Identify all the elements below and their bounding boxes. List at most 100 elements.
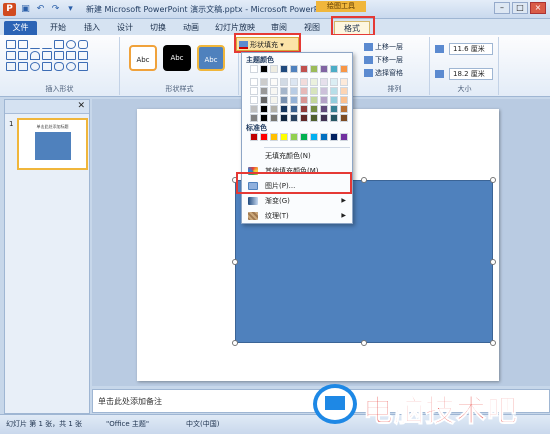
- tab-animations[interactable]: 动画: [176, 21, 206, 35]
- theme-color-swatch[interactable]: [280, 65, 288, 73]
- shape-smile-icon[interactable]: [66, 62, 76, 71]
- resize-handle-s[interactable]: [361, 340, 367, 346]
- theme-color-swatch[interactable]: [290, 65, 298, 73]
- shape-triangle-icon[interactable]: [6, 51, 16, 60]
- redo-icon[interactable]: ↷: [50, 4, 61, 15]
- theme-color-swatch[interactable]: [330, 87, 338, 95]
- standard-color-swatch[interactable]: [340, 133, 348, 141]
- tab-insert[interactable]: 插入: [77, 21, 107, 35]
- theme-color-swatch[interactable]: [330, 78, 338, 86]
- standard-color-swatch[interactable]: [270, 133, 278, 141]
- selection-pane-button[interactable]: 选择窗格: [364, 68, 403, 78]
- send-backward-button[interactable]: 下移一层: [364, 55, 403, 65]
- close-button[interactable]: ×: [530, 2, 546, 14]
- shape-bracket-icon[interactable]: [42, 62, 52, 71]
- theme-color-swatch[interactable]: [340, 96, 348, 104]
- theme-color-swatch[interactable]: [260, 65, 268, 73]
- width-input[interactable]: 18.2 厘米: [449, 68, 493, 80]
- theme-color-swatch[interactable]: [300, 87, 308, 95]
- shape-textbox-icon[interactable]: [6, 40, 16, 49]
- theme-color-swatch[interactable]: [250, 78, 258, 86]
- shape-elbow-icon[interactable]: [18, 51, 28, 60]
- standard-color-swatch[interactable]: [320, 133, 328, 141]
- theme-color-swatch[interactable]: [320, 114, 328, 122]
- shape-oval-icon[interactable]: [66, 40, 76, 49]
- theme-color-swatch[interactable]: [270, 87, 278, 95]
- theme-color-swatch[interactable]: [290, 96, 298, 104]
- shape-rounded-rect-icon[interactable]: [78, 40, 88, 49]
- resize-handle-sw[interactable]: [232, 340, 238, 346]
- theme-color-swatch[interactable]: [310, 105, 318, 113]
- theme-color-swatch[interactable]: [320, 105, 328, 113]
- theme-color-swatch[interactable]: [320, 96, 328, 104]
- theme-color-swatch[interactable]: [270, 96, 278, 104]
- theme-color-swatch[interactable]: [290, 87, 298, 95]
- shape-flow-icon[interactable]: [18, 62, 28, 71]
- tab-view[interactable]: 视图: [298, 21, 326, 35]
- shape-gallery-expand-icon[interactable]: [78, 62, 88, 71]
- theme-color-swatch[interactable]: [250, 105, 258, 113]
- style-preset-white[interactable]: Abc: [129, 45, 157, 71]
- theme-color-swatch[interactable]: [340, 87, 348, 95]
- theme-color-swatch[interactable]: [280, 105, 288, 113]
- theme-color-swatch[interactable]: [310, 87, 318, 95]
- theme-color-swatch[interactable]: [280, 87, 288, 95]
- theme-color-swatch[interactable]: [300, 65, 308, 73]
- shape-callout-icon[interactable]: [6, 62, 16, 71]
- theme-color-swatch[interactable]: [260, 114, 268, 122]
- theme-color-swatch[interactable]: [280, 114, 288, 122]
- shape-cloud-icon[interactable]: [54, 62, 64, 71]
- tab-design[interactable]: 设计: [110, 21, 140, 35]
- theme-color-swatch[interactable]: [260, 105, 268, 113]
- language[interactable]: 中文(中国): [186, 419, 219, 429]
- theme-color-swatch[interactable]: [300, 105, 308, 113]
- gradient-fill-item[interactable]: 渐变(G) ▶: [244, 194, 351, 208]
- resize-handle-se[interactable]: [490, 340, 496, 346]
- theme-color-swatch[interactable]: [310, 114, 318, 122]
- style-preset-black[interactable]: Abc: [163, 45, 191, 71]
- maximize-button[interactable]: □: [512, 2, 528, 14]
- theme-color-swatch[interactable]: [250, 87, 258, 95]
- theme-color-swatch[interactable]: [310, 65, 318, 73]
- theme-color-swatch[interactable]: [280, 78, 288, 86]
- theme-color-swatch[interactable]: [320, 87, 328, 95]
- customize-qat-icon[interactable]: ▾: [65, 4, 76, 15]
- tab-transitions[interactable]: 切换: [143, 21, 173, 35]
- theme-color-swatch[interactable]: [270, 114, 278, 122]
- shape-arrow-icon[interactable]: [42, 40, 52, 49]
- shapes-gallery[interactable]: [6, 40, 88, 71]
- theme-color-swatch[interactable]: [260, 78, 268, 86]
- minimize-button[interactable]: –: [494, 2, 510, 14]
- theme-color-swatch[interactable]: [340, 105, 348, 113]
- theme-color-swatch[interactable]: [270, 78, 278, 86]
- theme-color-swatch[interactable]: [280, 96, 288, 104]
- theme-color-swatch[interactable]: [330, 96, 338, 104]
- resize-handle-e[interactable]: [490, 259, 496, 265]
- shape-brace-icon[interactable]: [42, 51, 52, 60]
- theme-color-swatch[interactable]: [300, 114, 308, 122]
- theme-color-swatch[interactable]: [310, 78, 318, 86]
- resize-handle-ne[interactable]: [490, 177, 496, 183]
- theme-color-swatch[interactable]: [290, 114, 298, 122]
- standard-color-swatch[interactable]: [300, 133, 308, 141]
- close-pane-icon[interactable]: ✕: [77, 101, 85, 111]
- theme-color-swatch[interactable]: [310, 96, 318, 104]
- height-input[interactable]: 11.6 厘米: [449, 43, 493, 55]
- theme-color-swatch[interactable]: [270, 65, 278, 73]
- theme-color-swatch[interactable]: [300, 96, 308, 104]
- tab-home[interactable]: 开始: [43, 21, 73, 35]
- theme-color-swatch[interactable]: [340, 114, 348, 122]
- resize-handle-w[interactable]: [232, 259, 238, 265]
- theme-color-swatch[interactable]: [320, 65, 328, 73]
- powerpoint-icon[interactable]: P: [3, 3, 16, 16]
- tab-file[interactable]: 文件: [4, 21, 37, 35]
- no-fill-item[interactable]: 无填充颜色(N): [244, 149, 351, 163]
- texture-fill-item[interactable]: 纹理(T) ▶: [244, 209, 351, 223]
- style-preset-blue[interactable]: Abc: [197, 45, 225, 71]
- theme-color-swatch[interactable]: [330, 65, 338, 73]
- slide-thumbnail[interactable]: 单击此处添加标题: [17, 118, 88, 170]
- shape-textbox-vertical-icon[interactable]: [18, 40, 28, 49]
- theme-color-swatch[interactable]: [340, 78, 348, 86]
- standard-color-swatch[interactable]: [260, 133, 268, 141]
- theme-color-swatch[interactable]: [270, 105, 278, 113]
